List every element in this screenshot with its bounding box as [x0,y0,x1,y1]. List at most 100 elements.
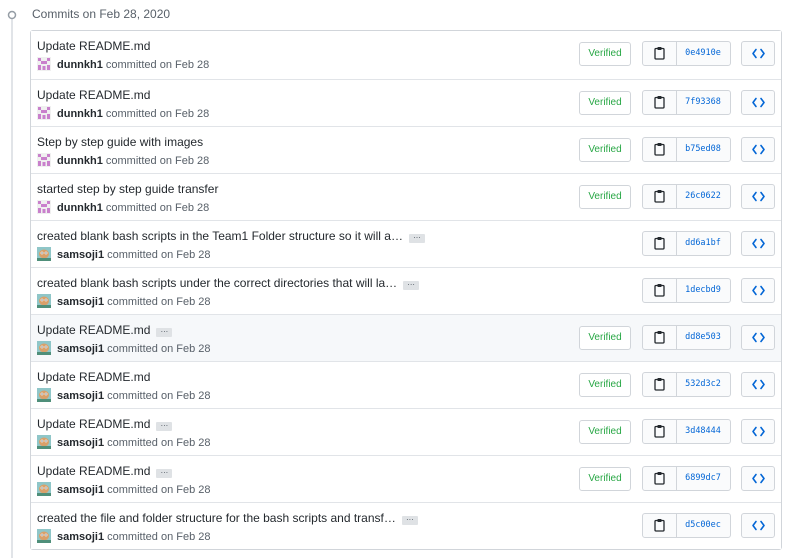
copy-sha-button[interactable] [643,373,677,396]
verified-badge[interactable]: Verified [579,420,631,444]
verified-badge[interactable]: Verified [579,326,631,350]
copy-sha-button[interactable] [643,514,677,537]
sha-group: dd8e503 [642,325,731,350]
copy-sha-button[interactable] [643,420,677,443]
copy-sha-button[interactable] [643,326,677,349]
author-link[interactable]: dunnkh1 [57,155,103,167]
commit-sha-link[interactable]: dd6a1bf [676,232,730,255]
commit-title-link[interactable]: Update README.md [37,39,150,53]
verified-badge[interactable]: Verified [579,91,631,115]
author-link[interactable]: samsoji1 [57,484,104,496]
copy-sha-button[interactable] [643,185,677,208]
expand-message-button[interactable]: … [408,232,425,243]
commit-title-link[interactable]: Update README.md … [37,464,173,478]
copy-sha-button[interactable] [643,42,677,65]
commit-sha-link[interactable]: 1decbd9 [676,279,730,302]
browse-repo-button[interactable] [741,231,775,256]
author-link[interactable]: samsoji1 [57,531,104,543]
commit-message[interactable]: created the file and folder structure fo… [37,511,396,525]
commit-message[interactable]: created blank bash scripts under the cor… [37,276,397,290]
browse-repo-button[interactable] [741,184,775,209]
avatar[interactable] [37,435,51,449]
author-link[interactable]: dunnkh1 [57,202,103,214]
browse-repo-button[interactable] [741,466,775,491]
commit-sha-link[interactable]: 532d3c2 [676,373,730,396]
author-link[interactable]: samsoji1 [57,296,104,308]
avatar[interactable] [37,106,51,120]
verified-badge[interactable]: Verified [579,138,631,162]
expand-message-button[interactable]: … [156,467,173,478]
commit-message[interactable]: Step by step guide with images [37,135,203,149]
browse-repo-button[interactable] [741,372,775,397]
verified-badge[interactable]: Verified [579,42,631,66]
author-link[interactable]: samsoji1 [57,437,104,449]
verified-badge[interactable]: Verified [579,373,631,397]
copy-sha-button[interactable] [643,91,677,114]
avatar[interactable] [37,294,51,308]
avatar[interactable] [37,341,51,355]
commit-sha-link[interactable]: dd8e503 [676,326,730,349]
browse-repo-button[interactable] [741,419,775,444]
commit-sha-link[interactable]: 26c0622 [676,185,730,208]
commit-message[interactable]: Update README.md [37,88,150,102]
commit-sha-link[interactable]: d5c00ec [676,514,730,537]
identicon-avatar [37,57,51,71]
commit-sha-link[interactable]: 7f93368 [676,91,730,114]
commit-message[interactable]: started step by step guide transfer [37,182,218,196]
commit-sha-link[interactable]: b75ed08 [676,138,730,161]
author-link[interactable]: dunnkh1 [57,108,103,120]
copy-sha-button[interactable] [643,232,677,255]
author-link[interactable]: dunnkh1 [57,59,103,71]
copy-sha-button[interactable] [643,279,677,302]
verified-badge[interactable]: Verified [579,467,631,491]
author-link[interactable]: samsoji1 [57,390,104,402]
browse-repo-button[interactable] [741,513,775,538]
author-link[interactable]: samsoji1 [57,249,104,261]
browse-repo-button[interactable] [741,137,775,162]
commit-message[interactable]: Update README.md [37,370,150,384]
commit-title-link[interactable]: created the file and folder structure fo… [37,511,418,525]
verified-badge[interactable]: Verified [579,185,631,209]
commit-title-link[interactable]: Update README.md [37,88,150,102]
browse-repo-button[interactable] [741,41,775,66]
commit-message[interactable]: Update README.md [37,323,150,337]
avatar[interactable] [37,200,51,214]
commit-title-link[interactable]: Step by step guide with images [37,135,203,149]
commit-sha-link[interactable]: 0e4910e [676,42,730,65]
avatar[interactable] [37,57,51,71]
commit-row: Update README.md … samsoji1 committed on … [31,408,781,455]
avatar[interactable] [37,153,51,167]
commit-meta: samsoji1 committed on Feb 28 [37,482,211,496]
commit-group-header: Commits on Feb 28, 2020 [0,0,798,30]
committed-date: committed on Feb 28 [107,484,211,496]
commit-message[interactable]: Update README.md [37,464,150,478]
commit-title-link[interactable]: Update README.md [37,370,150,384]
commit-title-link[interactable]: created blank bash scripts in the Team1 … [37,229,425,243]
browse-repo-button[interactable] [741,325,775,350]
code-icon [752,426,765,437]
commit-sha-link[interactable]: 6899dc7 [676,467,730,490]
expand-message-button[interactable]: … [156,326,173,337]
commit-meta: samsoji1 committed on Feb 28 [37,388,211,402]
browse-repo-button[interactable] [741,90,775,115]
avatar[interactable] [37,529,51,543]
commit-message[interactable]: Update README.md [37,39,150,53]
author-link[interactable]: samsoji1 [57,343,104,355]
expand-message-button[interactable]: … [401,514,418,525]
avatar[interactable] [37,247,51,261]
expand-message-button[interactable]: … [403,279,420,290]
commit-message[interactable]: Update README.md [37,417,150,431]
commit-title-link[interactable]: Update README.md … [37,323,173,337]
copy-sha-button[interactable] [643,467,677,490]
expand-message-button[interactable]: … [156,420,173,431]
browse-repo-button[interactable] [741,278,775,303]
commit-message[interactable]: created blank bash scripts in the Team1 … [37,229,403,243]
avatar[interactable] [37,482,51,496]
copy-sha-button[interactable] [643,138,677,161]
commit-title-link[interactable]: Update README.md … [37,417,173,431]
commit-title-link[interactable]: started step by step guide transfer [37,182,218,196]
commit-title-link[interactable]: created blank bash scripts under the cor… [37,276,420,290]
commit-meta: dunnkh1 committed on Feb 28 [37,106,209,120]
avatar[interactable] [37,388,51,402]
commit-sha-link[interactable]: 3d48444 [676,420,730,443]
